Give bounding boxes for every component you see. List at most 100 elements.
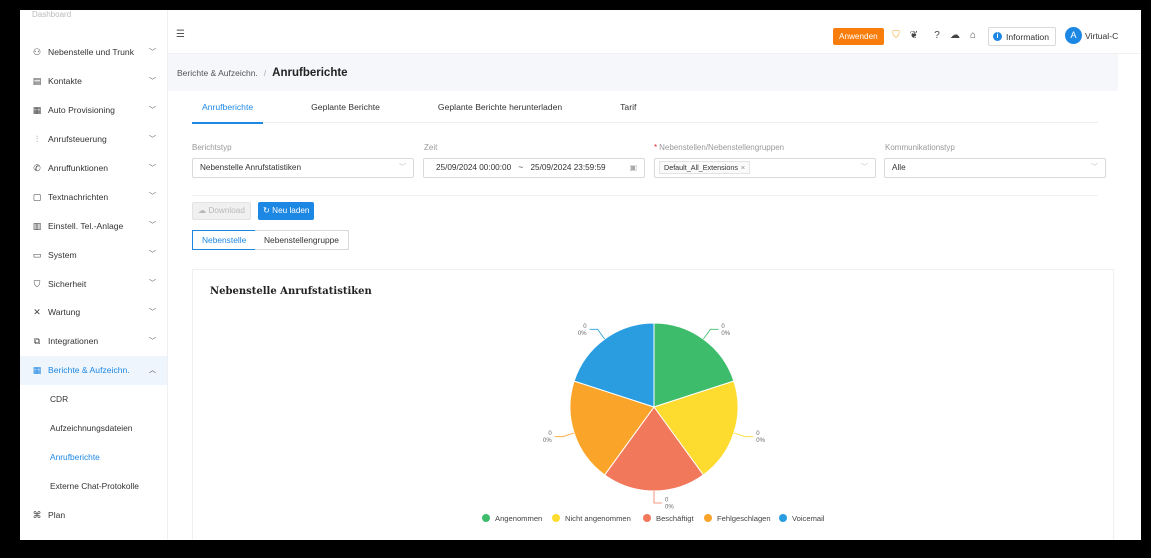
segment-nebenstellengruppe[interactable]: Nebenstellengruppe bbox=[255, 230, 349, 250]
sidebar-item-1[interactable]: ▤ Kontakte ﹀ bbox=[20, 67, 167, 96]
extensions-label: * Nebenstellen/Nebenstellengruppen bbox=[654, 143, 784, 152]
time-range-picker[interactable]: 25/09/2024 00:00:00 ~ 25/09/2024 23:59:5… bbox=[423, 158, 645, 178]
pie-leader-line-2 bbox=[653, 491, 662, 504]
time-label: Zeit bbox=[424, 143, 438, 152]
app-window: Dashboard ⚇ Nebenstelle und Trunk ﹀ ▤ Kontak… bbox=[20, 10, 1141, 540]
sidebar-item-9[interactable]: ✕ Wartung ﹀ bbox=[20, 298, 167, 327]
shield-icon: ⛉ bbox=[33, 278, 41, 289]
sidebar-menu: ⚇ Nebenstelle und Trunk ﹀ ▤ Kontakte ﹀ ▦ Auto P… bbox=[20, 38, 167, 529]
sidebar-item-label: Plan bbox=[48, 509, 66, 520]
sidebar-item-2[interactable]: ▦ Auto Provisioning ﹀ bbox=[20, 96, 167, 125]
chevron-down-icon: ﹀ bbox=[149, 280, 156, 288]
help-icon[interactable]: ? bbox=[931, 30, 943, 42]
sidebar-subitem-0[interactable]: CDR bbox=[20, 385, 167, 414]
legend-item-1[interactable]: Nicht angenommen bbox=[552, 514, 631, 523]
legend-item-2[interactable]: Beschäftigt bbox=[643, 514, 694, 523]
shield-badge-icon[interactable]: ⛉ bbox=[890, 30, 902, 42]
legend-swatch-1 bbox=[552, 514, 560, 522]
sidebar-item-label: Anrufsteuerung bbox=[48, 134, 107, 145]
sidebar-item-label: Anruffunktionen bbox=[48, 163, 109, 173]
legend-swatch-3 bbox=[704, 514, 712, 522]
handshake-icon[interactable]: ❦ bbox=[908, 30, 920, 42]
main-content: Anrufberichte Geplante Berichte Geplante… bbox=[168, 91, 1118, 540]
breadcrumb: Berichte & Aufzeichn. / Anrufberichte bbox=[168, 54, 1118, 91]
sidebar-item-8[interactable]: ⛉ Sicherheit ﹀ bbox=[20, 269, 167, 298]
pie-chart: 00%00%00%00%00%Angenommen Nicht angenomme… bbox=[482, 322, 825, 523]
sidebar-item-7[interactable]: ▭ System ﹀ bbox=[20, 240, 167, 269]
extension-tag-label: Default_All_Extensions bbox=[664, 163, 738, 172]
sidebar-item-6[interactable]: ▥ Einstell. Tel.-Anlage ﹀ bbox=[20, 211, 167, 240]
close-icon[interactable]: × bbox=[741, 163, 745, 172]
sidebar-item-4[interactable]: ✆ Anruffunktionen ﹀ bbox=[20, 154, 167, 183]
sidebar-item-0[interactable]: ⚇ Nebenstelle und Trunk ﹀ bbox=[20, 38, 167, 67]
legend-item-4[interactable]: Voicemail bbox=[779, 514, 825, 523]
user-name[interactable]: Virtual-C bbox=[1085, 31, 1118, 41]
legend-swatch-2 bbox=[643, 514, 651, 522]
apply-button[interactable]: Anwenden bbox=[833, 28, 884, 45]
comm-type-select[interactable]: Alle ﹀ bbox=[884, 158, 1106, 178]
information-button[interactable]: i Information bbox=[988, 27, 1056, 46]
report-type-value: Nebenstelle Anrufstatistiken bbox=[200, 163, 302, 172]
report-icon: ▦ bbox=[32, 365, 42, 376]
extensions-label-text: Nebenstellen/Nebenstellengruppen bbox=[659, 143, 785, 152]
sidebar-item-label: Sicherheit bbox=[48, 278, 87, 289]
pie-leader-line-1 bbox=[733, 432, 754, 438]
calendar-icon: ▣ bbox=[629, 163, 637, 172]
legend-item-3[interactable]: Fehlgeschlagen bbox=[704, 514, 771, 523]
sidebar-item-5[interactable]: ▢ Textnachrichten ﹀ bbox=[20, 182, 167, 211]
avatar[interactable]: A bbox=[1065, 27, 1082, 44]
pie-label-count-2: 0 bbox=[665, 498, 669, 504]
phone-icon: ✆ bbox=[33, 163, 41, 173]
chevron-down-icon: ﹀ bbox=[149, 251, 156, 259]
sidebar-item-plan[interactable]: ⌘ Plan bbox=[20, 500, 167, 529]
tab-bar: Anrufberichte Geplante Berichte Geplante… bbox=[192, 91, 1098, 124]
breadcrumb-separator: / bbox=[263, 67, 267, 78]
pie-label-percent-0: 0% bbox=[721, 331, 730, 337]
reload-label: Neu laden bbox=[272, 206, 310, 215]
tab-geplante-berichte[interactable]: Geplante Berichte bbox=[301, 91, 390, 123]
information-label: Information bbox=[1006, 31, 1049, 42]
tab-geplante-berichte-herunterladen[interactable]: Geplante Berichte herunterladen bbox=[428, 91, 572, 123]
message-icon: ▢ bbox=[32, 191, 42, 202]
legend-label-2: Beschäftigt bbox=[656, 514, 694, 523]
chevron-down-icon: ﹀ bbox=[149, 164, 156, 172]
breadcrumb-parent[interactable]: Berichte & Aufzeichn. bbox=[177, 68, 258, 78]
info-icon: i bbox=[993, 32, 1002, 41]
extensions-select[interactable]: Default_All_Extensions × ﹀ bbox=[654, 158, 876, 178]
sidebar-item-faded[interactable]: Dashboard bbox=[20, 10, 167, 38]
integration-icon: ⧉ bbox=[33, 336, 41, 347]
segment-nebenstelle[interactable]: Nebenstelle bbox=[192, 230, 257, 250]
sidebar-item-10[interactable]: ⧉ Integrationen ﹀ bbox=[20, 327, 167, 356]
cloud-upload-icon[interactable]: ☁ bbox=[949, 30, 961, 42]
sidebar-subitem-3[interactable]: Externe Chat-Protokolle bbox=[20, 471, 167, 500]
chevron-down-icon: ﹀ bbox=[149, 222, 156, 230]
tab-anrufberichte[interactable]: Anrufberichte bbox=[192, 91, 264, 124]
tab-tarif[interactable]: Tarif bbox=[610, 91, 646, 123]
sidebar-item-11[interactable]: ▦ Berichte & Aufzeichn. ︿ bbox=[20, 355, 167, 385]
report-type-select[interactable]: Nebenstelle Anrufstatistiken ﹀ bbox=[192, 158, 414, 178]
sidebar-item-label: Textnachrichten bbox=[48, 191, 109, 202]
chevron-down-icon: ﹀ bbox=[149, 309, 156, 317]
sidebar-subitem-2[interactable]: Anrufberichte bbox=[20, 442, 167, 471]
legend-label-1: Nicht angenommen bbox=[565, 514, 631, 523]
plan-icon: ⌘ bbox=[32, 509, 42, 520]
bell-icon[interactable]: ⌂ bbox=[967, 30, 979, 42]
sidebar-item-label: Wartung bbox=[48, 307, 81, 318]
download-button[interactable]: ☁ Download bbox=[192, 202, 251, 220]
reload-button[interactable]: ↻ Neu laden bbox=[258, 202, 315, 220]
chevron-down-icon: ﹀ bbox=[149, 193, 156, 201]
menu-toggle-icon[interactable]: ☰ bbox=[176, 30, 188, 40]
pie-leader-line-0 bbox=[703, 328, 719, 340]
legend-item-0[interactable]: Angenommen bbox=[482, 514, 542, 523]
sidebar-item-3[interactable]: ⫶ Anrufsteuerung ﹀ bbox=[20, 125, 167, 154]
pie-label-percent-4: 0% bbox=[578, 331, 587, 337]
chevron-down-icon: ﹀ bbox=[149, 49, 156, 56]
sidebar-item-label: Einstell. Tel.-Anlage bbox=[48, 220, 124, 231]
sidebar-subitem-1[interactable]: Aufzeichnungsdateien bbox=[20, 414, 167, 443]
sidebar: Dashboard ⚇ Nebenstelle und Trunk ﹀ ▤ Kontak… bbox=[20, 10, 168, 540]
pie-leader-line-3 bbox=[554, 432, 575, 438]
pie-label-percent-3: 0% bbox=[543, 438, 552, 444]
sidebar-item-label: Integrationen bbox=[48, 336, 99, 347]
call-control-icon: ⫶ bbox=[35, 134, 39, 145]
settings-list-icon: ▥ bbox=[32, 220, 42, 231]
